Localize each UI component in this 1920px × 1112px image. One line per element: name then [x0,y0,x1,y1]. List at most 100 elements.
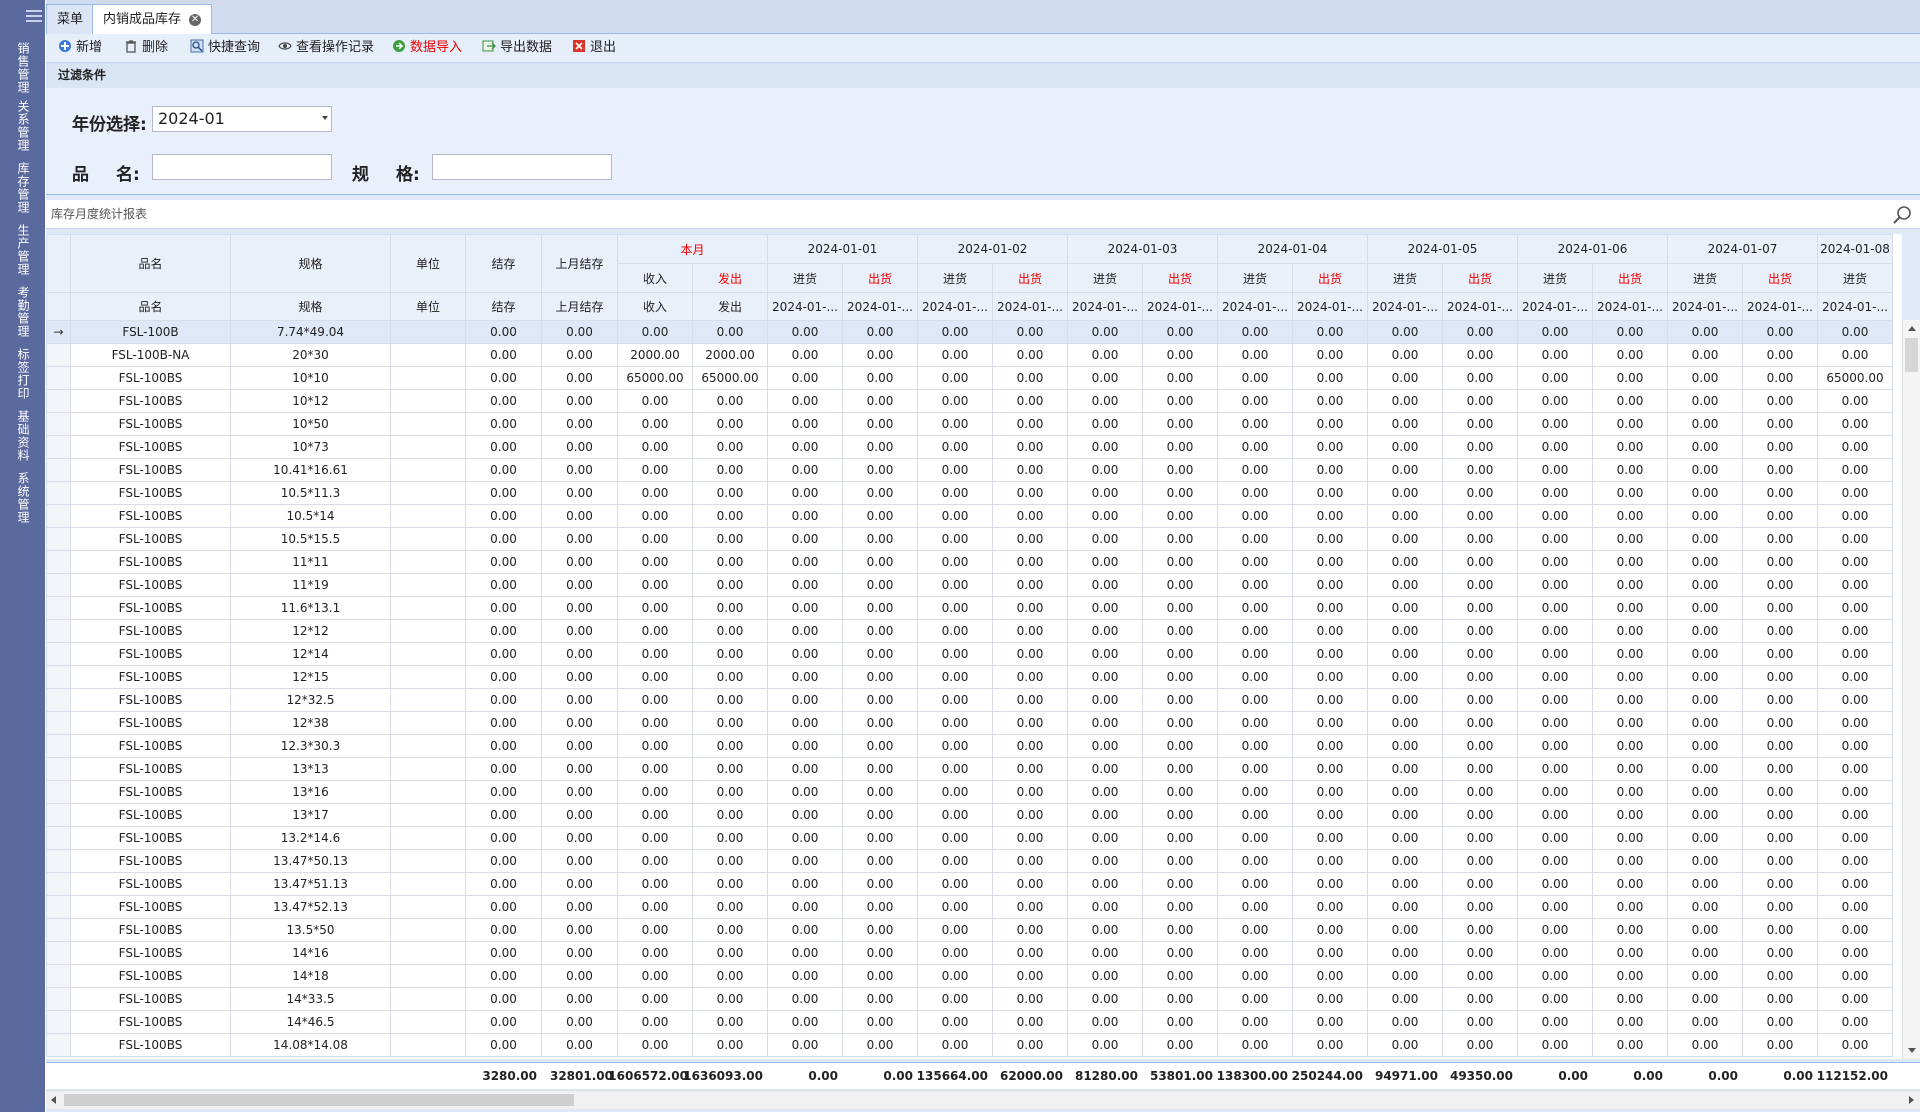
out-header[interactable]: 出货 [1592,263,1669,293]
sidebar-item-sales[interactable]: 销售管理 [12,42,32,94]
this-month-header[interactable]: 本月 [616,234,769,264]
scroll-up-icon[interactable] [1908,326,1916,331]
vertical-scroll-thumb[interactable] [1905,338,1918,372]
date-header[interactable]: 2024-01-08 [1817,234,1894,264]
column-subheader[interactable]: 2024-01-... [1067,292,1144,321]
table-row[interactable]: FSL-100BS 14*16 0.00 0.00 0.00 0.00 0.00 0.00 0.… [46,941,1894,965]
column-subheader[interactable]: 规格 [230,292,391,321]
table-row[interactable]: FSL-100BS 11*19 0.00 0.00 0.00 0.00 0.00 0.00 0.… [46,573,1894,597]
table-row[interactable]: FSL-100BS 10*12 0.00 0.00 0.00 0.00 0.00 0.00 0.… [46,389,1894,413]
table-row[interactable]: FSL-100BS 14*18 0.00 0.00 0.00 0.00 0.00 0.00 0.… [46,964,1894,988]
sidebar-item-basic-data[interactable]: 基础资料 [12,410,32,462]
date-header[interactable]: 2024-01-07 [1667,234,1819,264]
export-button[interactable]: 导出数据 [482,39,552,57]
table-row[interactable]: FSL-100BS 13.47*52.13 0.00 0.00 0.00 0.00 0.00… [46,895,1894,919]
in-header[interactable]: 进货 [1517,263,1594,293]
column-header[interactable]: 结存 [465,234,542,293]
column-subheader[interactable]: 上月结存 [541,292,618,321]
table-row[interactable]: FSL-100BS 12*12 0.00 0.00 0.00 0.00 0.00 0.00 0.… [46,619,1894,643]
column-subheader[interactable]: 2024-01-... [767,292,844,321]
name-input[interactable] [152,154,332,180]
close-tab-icon[interactable]: ✕ [189,13,202,26]
in-header[interactable]: 进货 [917,263,994,293]
table-row[interactable]: FSL-100BS 10*73 0.00 0.00 0.00 0.00 0.00 0.00 0.… [46,435,1894,459]
column-subheader[interactable]: 2024-01-... [842,292,919,321]
table-row[interactable]: FSL-100BS 12*15 0.00 0.00 0.00 0.00 0.00 0.00 0.… [46,665,1894,689]
add-button[interactable]: 新增 [58,39,102,57]
table-row[interactable]: FSL-100BS 12*14 0.00 0.00 0.00 0.00 0.00 0.00 0.… [46,642,1894,666]
in-header[interactable]: 进货 [767,263,844,293]
table-row[interactable]: FSL-100BS 13*13 0.00 0.00 0.00 0.00 0.00 0.00 0.… [46,757,1894,781]
column-header[interactable]: 规格 [230,234,391,293]
column-subheader[interactable]: 2024-01-... [917,292,994,321]
column-subheader[interactable]: 2024-01-... [1442,292,1519,321]
column-header[interactable]: 单位 [390,234,466,293]
table-row[interactable]: FSL-100BS 10.5*11.3 0.00 0.00 0.00 0.00 0.00 0.… [46,481,1894,505]
table-row[interactable]: FSL-100BS 14*33.5 0.00 0.00 0.00 0.00 0.00 0.00… [46,987,1894,1011]
row-indicator-header[interactable] [46,292,71,321]
vertical-scrollbar[interactable] [1902,320,1920,1059]
date-header[interactable]: 2024-01-06 [1517,234,1669,264]
date-header[interactable]: 2024-01-05 [1367,234,1519,264]
table-row[interactable]: FSL-100BS 12*32.5 0.00 0.00 0.00 0.00 0.00 0.00… [46,688,1894,712]
table-row[interactable]: FSL-100BS 13.47*51.13 0.00 0.00 0.00 0.00 0.00… [46,872,1894,896]
column-header[interactable]: 品名 [70,234,231,293]
in-header[interactable]: 进货 [1367,263,1444,293]
outgo-header[interactable]: 发出 [691,263,769,293]
out-header[interactable]: 出货 [842,263,919,293]
delete-button[interactable]: 删除 [124,39,168,57]
column-subheader[interactable]: 结存 [465,292,542,321]
income-header[interactable]: 收入 [617,263,693,293]
table-row[interactable]: FSL-100BS 13.5*50 0.00 0.00 0.00 0.00 0.00 0.00… [46,918,1894,942]
column-subheader[interactable]: 2024-01-... [1817,292,1894,321]
column-subheader[interactable]: 收入 [617,292,693,321]
table-row[interactable]: FSL-100BS 13*17 0.00 0.00 0.00 0.00 0.00 0.00 0.… [46,803,1894,827]
table-row[interactable]: FSL-100BS 11.6*13.1 0.00 0.00 0.00 0.00 0.00 0.… [46,596,1894,620]
sidebar-item-inventory[interactable]: 库存管理 [12,162,32,214]
date-header[interactable]: 2024-01-01 [767,234,919,264]
scroll-down-icon[interactable] [1908,1048,1916,1053]
search-icon[interactable] [1892,205,1912,225]
table-row[interactable]: FSL-100BS 13.47*50.13 0.00 0.00 0.00 0.00 0.00… [46,849,1894,873]
column-subheader[interactable]: 2024-01-... [1367,292,1444,321]
column-subheader[interactable]: 2024-01-... [1592,292,1669,321]
out-header[interactable]: 出货 [1292,263,1369,293]
table-row[interactable]: FSL-100BS 10.41*16.61 0.00 0.00 0.00 0.00 0.00… [46,458,1894,482]
row-indicator-header[interactable] [46,234,71,293]
out-header[interactable]: 出货 [1442,263,1519,293]
table-row[interactable]: → FSL-100B 7.74*49.04 0.00 0.00 0.00 0.00 0.00 0… [46,320,1894,344]
table-row[interactable]: FSL-100BS 14*46.5 0.00 0.00 0.00 0.00 0.00 0.00… [46,1010,1894,1034]
column-subheader[interactable]: 2024-01-... [1517,292,1594,321]
table-row[interactable]: FSL-100BS 10*50 0.00 0.00 0.00 0.00 0.00 0.00 0.… [46,412,1894,436]
import-button[interactable]: 数据导入 [392,39,462,57]
table-row[interactable]: FSL-100B-NA 20*30 0.00 0.00 2000.00 2000.00 0.… [46,343,1894,367]
table-row[interactable]: FSL-100BS 14.08*14.08 0.00 0.00 0.00 0.00 0.00… [46,1033,1894,1057]
table-row[interactable]: FSL-100BS 12*38 0.00 0.00 0.00 0.00 0.00 0.00 0.… [46,711,1894,735]
sidebar-item-relations[interactable]: 关系管理 [12,100,32,152]
column-subheader[interactable]: 单位 [390,292,466,321]
horizontal-scroll-thumb[interactable] [64,1094,574,1106]
in-header[interactable]: 进货 [1217,263,1294,293]
column-subheader[interactable]: 2024-01-... [1292,292,1369,321]
column-subheader[interactable]: 2024-01-... [1142,292,1219,321]
sidebar-item-attendance[interactable]: 考勤管理 [12,286,32,338]
inventory-grid[interactable]: 品名 规格 单位 结存 上月结存 本月 2024-01-01 2024-01-02 2024-0… [46,234,1902,1059]
year-select[interactable]: 2024-01 [152,106,332,132]
column-subheader[interactable]: 品名 [70,292,231,321]
in-header[interactable]: 进货 [1817,263,1894,293]
table-row[interactable]: FSL-100BS 13.2*14.6 0.00 0.00 0.00 0.00 0.00 0.… [46,826,1894,850]
out-header[interactable]: 出货 [992,263,1069,293]
tab-menu[interactable]: 菜单 [46,4,95,34]
column-subheader[interactable]: 2024-01-... [1742,292,1819,321]
quick-search-button[interactable]: 快捷查询 [190,39,260,57]
out-header[interactable]: 出货 [1742,263,1819,293]
horizontal-scrollbar[interactable] [46,1090,1920,1109]
view-log-button[interactable]: 查看操作记录 [278,39,374,57]
column-subheader[interactable]: 发出 [691,292,769,321]
tab-inventory[interactable]: 内销成品库存 ✕ [92,4,213,34]
date-header[interactable]: 2024-01-02 [917,234,1069,264]
scroll-right-icon[interactable] [1909,1096,1914,1104]
date-header[interactable]: 2024-01-03 [1067,234,1219,264]
spec-input[interactable] [432,154,612,180]
table-row[interactable]: FSL-100BS 10.5*14 0.00 0.00 0.00 0.00 0.00 0.00… [46,504,1894,528]
